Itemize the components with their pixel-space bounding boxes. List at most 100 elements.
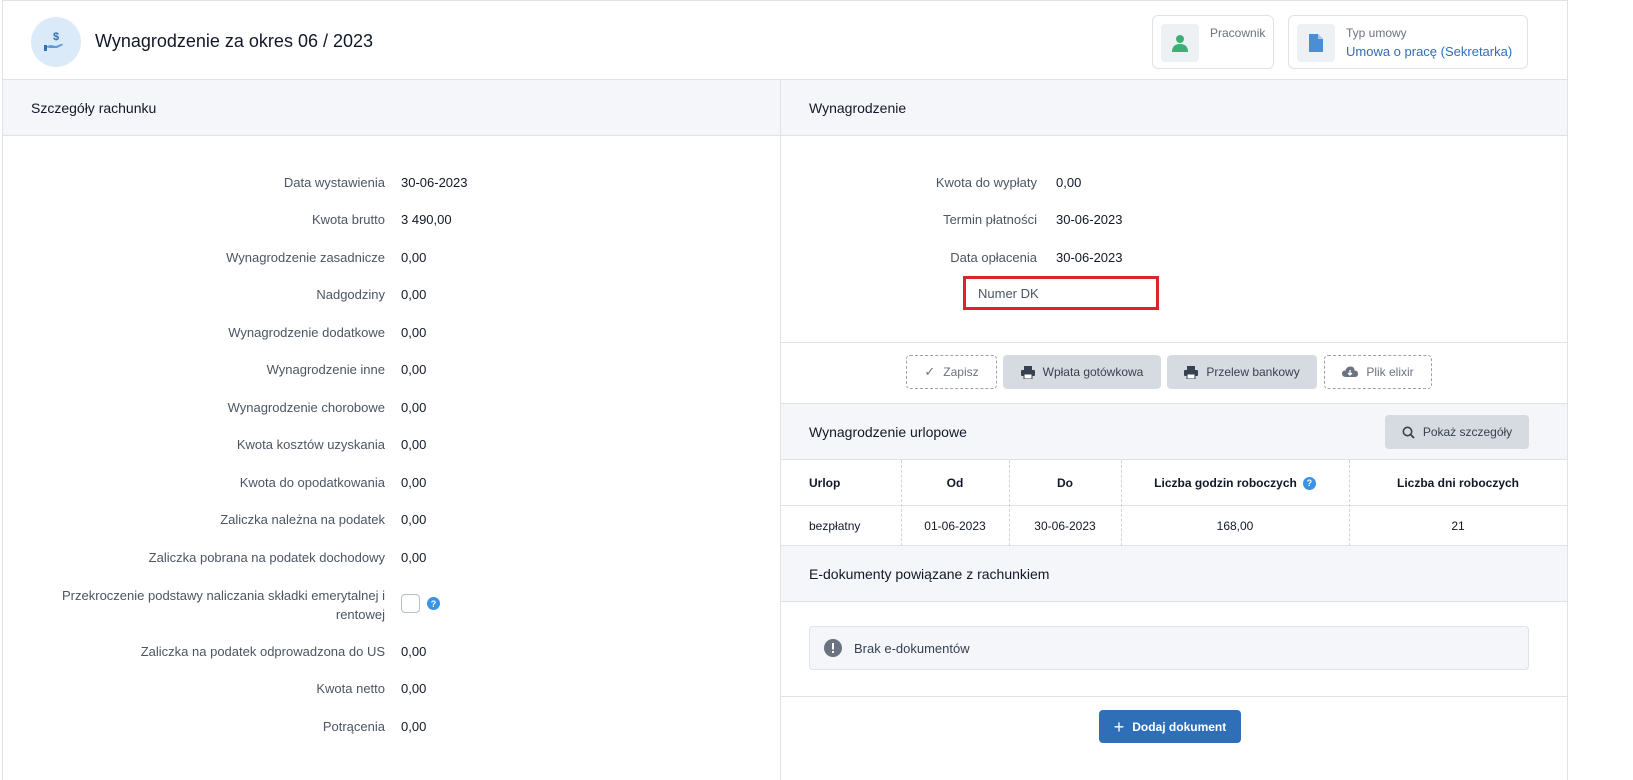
field-value: 0,00 [401, 250, 427, 265]
table-header-row: Urlop Od Do Liczba godzin roboczych ? Li… [781, 460, 1567, 506]
printer-icon [1184, 365, 1199, 379]
field-label: Data opłacenia [950, 250, 1037, 265]
field-label: Zaliczka należna na podatek [220, 512, 385, 527]
page-scrollbar[interactable] [1568, 0, 1633, 780]
page-header: $ Wynagrodzenie za okres 06 / 2023 Praco… [3, 0, 1567, 80]
numer-dk-input[interactable]: Numer DK [963, 276, 1159, 310]
field-value: 0,00 [401, 475, 427, 490]
field-label: Wynagrodzenie zasadnicze [226, 250, 385, 265]
field-value: 30-06-2023 [401, 175, 468, 190]
show-details-label: Pokaż szczegóły [1422, 425, 1513, 439]
field-value: 0,00 [401, 437, 427, 452]
svg-text:$: $ [53, 31, 59, 43]
table-cell: 30-06-2023 [1034, 519, 1096, 533]
col-header-do: Do [1057, 476, 1073, 490]
col-header-od: Od [946, 476, 964, 490]
column-separator [1009, 460, 1010, 546]
column-separator [1349, 460, 1350, 546]
elixir-file-label: Plik elixir [1366, 365, 1414, 379]
field-value: 0,00 [401, 644, 427, 659]
no-edocs-text: Brak e-dokumentów [854, 640, 970, 656]
no-edocs-notice: Brak e-dokumentów [809, 626, 1529, 670]
exceed-label-line1: Przekroczenie podstawy naliczania składk… [62, 588, 385, 603]
save-button[interactable]: ✓ Zapisz [906, 355, 997, 389]
field-label: Nadgodziny [316, 287, 385, 302]
table-cell: bezpłatny [809, 519, 861, 533]
divider [781, 342, 1567, 343]
page: $ Wynagrodzenie za okres 06 / 2023 Praco… [2, 0, 1568, 780]
field-value: 0,00 [401, 325, 427, 340]
col-header-days: Liczba dni roboczych [1396, 476, 1519, 490]
divider [781, 696, 1567, 697]
page-title: Wynagrodzenie za okres 06 / 2023 [95, 31, 374, 51]
plus-icon: + [1113, 716, 1125, 737]
field-label: Wynagrodzenie inne [266, 362, 385, 377]
field-label: Kwota netto [316, 681, 385, 696]
field-value: 3 490,00 [401, 212, 452, 227]
field-value: 0,00 [401, 362, 427, 377]
cash-payment-button[interactable]: Wpłata gotówkowa [1003, 355, 1161, 389]
field-label: Wynagrodzenie chorobowe [227, 400, 385, 415]
salary-hand-icon: $ [31, 17, 81, 67]
col-header-urlop: Urlop [809, 476, 841, 490]
add-document-button[interactable]: + Dodaj dokument [1099, 710, 1241, 743]
field-label: Kwota do wypłaty [935, 175, 1037, 190]
col-header-hours: Liczba godzin roboczych ? [1121, 460, 1349, 506]
cash-payment-label: Wpłata gotówkowa [1042, 365, 1144, 379]
bank-transfer-button[interactable]: Przelew bankowy [1167, 355, 1317, 389]
table-row: bezpłatny 01-06-2023 30-06-2023 168,00 2… [781, 506, 1567, 546]
add-document-label: Dodaj dokument [1132, 719, 1227, 734]
search-icon [1402, 426, 1415, 439]
column-separator [901, 460, 902, 546]
field-value: 0,00 [401, 719, 427, 734]
field-label: Termin płatności [943, 212, 1037, 227]
field-label: Kwota kosztów uzyskania [236, 437, 385, 452]
field-label: Data wystawienia [283, 175, 385, 190]
edocs-heading: E-dokumenty powiązane z rachunkiem [781, 546, 1567, 602]
check-icon: ✓ [924, 364, 936, 379]
elixir-file-button[interactable]: Plik elixir [1324, 355, 1432, 389]
field-label: Zaliczka pobrana na podatek dochodowy [148, 550, 385, 565]
exclamation-circle-icon [824, 639, 842, 657]
help-icon[interactable]: ? [1302, 476, 1316, 490]
help-icon[interactable]: ? [427, 597, 440, 610]
field-label: Potrącenia [322, 719, 385, 734]
vacation-salary-title: Wynagrodzenie urlopowe [809, 423, 967, 440]
show-details-button[interactable]: Pokaż szczegóły [1385, 415, 1529, 449]
bank-transfer-label: Przelew bankowy [1206, 365, 1300, 379]
table-cell: 168,00 [1216, 519, 1254, 533]
field-label: Wynagrodzenie dodatkowe [228, 325, 385, 340]
col-header-hours-label: Liczba godzin roboczych [1154, 476, 1297, 490]
employee-card[interactable]: Pracownik [1152, 15, 1274, 69]
bill-details-panel: Szczegóły rachunku Data wystawienia 30-06… [3, 80, 781, 780]
field-value: 0,00 [1056, 175, 1082, 190]
printer-icon [1020, 365, 1035, 379]
cloud-download-icon [1342, 366, 1359, 377]
field-value: 0,00 [401, 287, 427, 302]
contract-type-value[interactable]: Umowa o pracę (Sekretarka) [1346, 44, 1512, 59]
user-icon [1161, 24, 1199, 62]
salary-heading: Wynagrodzenie [781, 80, 1567, 136]
save-button-label: Zapisz [943, 365, 979, 379]
field-value: 0,00 [401, 681, 427, 696]
table-cell: 01-06-2023 [924, 519, 986, 533]
field-value: 0,00 [401, 400, 427, 415]
document-icon [1297, 24, 1335, 62]
field-label: Zaliczka na podatek odprowadzona do US [140, 644, 385, 659]
field-value: 30-06-2023 [1056, 250, 1123, 265]
field-label: Kwota brutto [312, 212, 385, 227]
exceed-contribution-checkbox[interactable] [401, 594, 420, 613]
table-cell: 21 [1451, 519, 1465, 533]
column-separator [1121, 460, 1122, 546]
exceed-contribution-label: Przekroczenie podstawy naliczania składk… [62, 586, 385, 624]
exceed-label-line2: rentowej [335, 607, 385, 622]
field-value: 0,00 [401, 512, 427, 527]
field-value: 0,00 [401, 550, 427, 565]
salary-panel: Wynagrodzenie Kwota do wypłaty 0,00 Termi… [781, 80, 1567, 780]
employee-label: Pracownik [1210, 26, 1266, 40]
field-value: 30-06-2023 [1056, 212, 1123, 227]
bill-details-heading: Szczegóły rachunku [3, 80, 780, 136]
contract-type-label: Typ umowy [1346, 26, 1407, 40]
contract-type-card[interactable]: Typ umowy Umowa o pracę (Sekretarka) [1288, 15, 1528, 69]
field-label: Kwota do opodatkowania [239, 475, 385, 490]
